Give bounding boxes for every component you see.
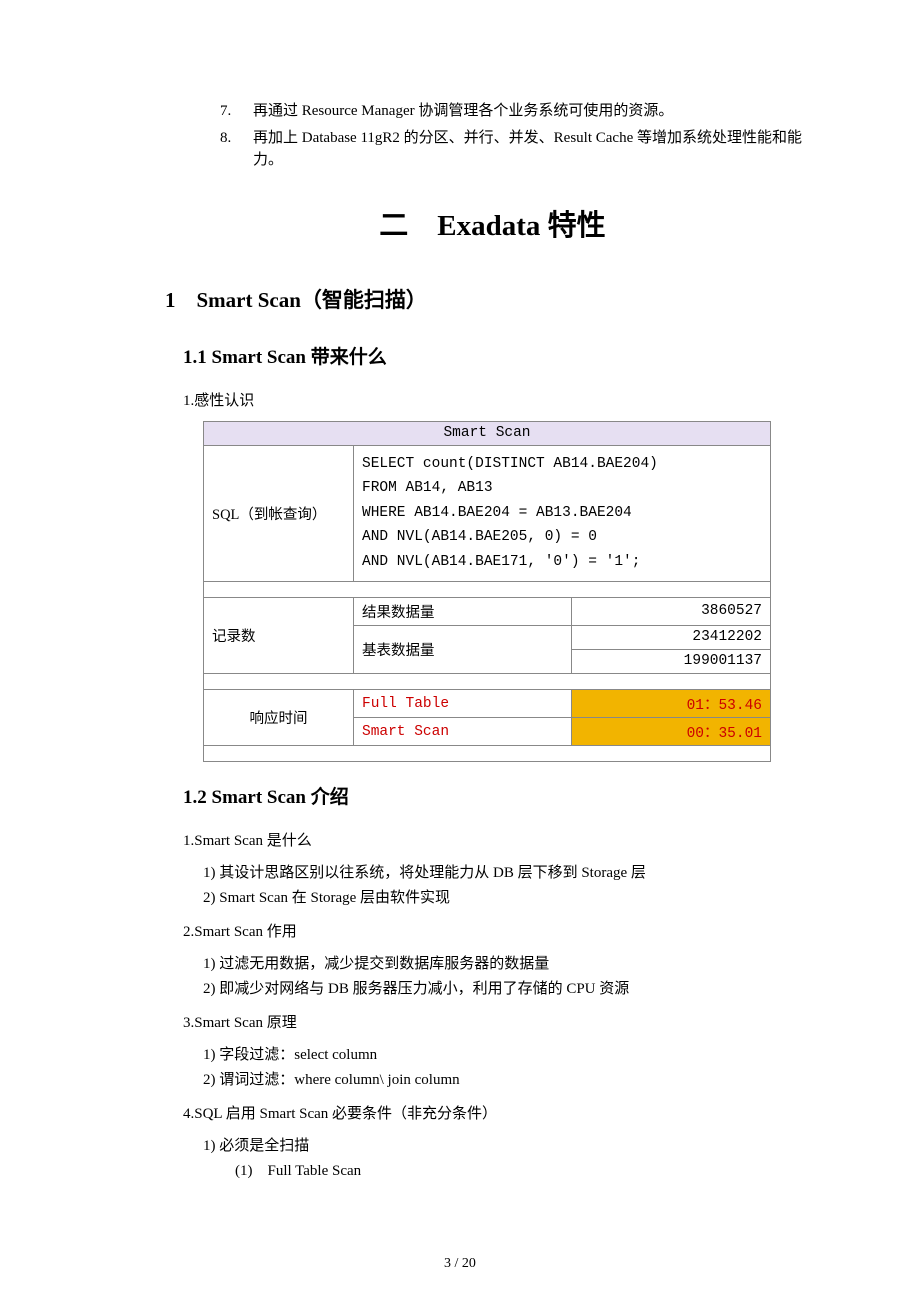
result-qty-label: 结果数据量: [354, 597, 572, 625]
base-qty-value: 23412202: [571, 625, 770, 649]
full-table-value: 01：53.46: [571, 689, 770, 717]
sub-point: 1) 过滤无用数据，减少提交到数据库服务器的数据量: [203, 952, 820, 978]
sub-point: 1) 必须是全扫描: [203, 1134, 820, 1160]
numbered-point: 1.感性认识: [183, 389, 820, 413]
subsection-heading: 1.2 Smart Scan 介绍: [183, 782, 820, 809]
sub-point: 2) Smart Scan 在 Storage 层由软件实现: [203, 886, 820, 912]
main-heading: 二 Exadata 特性: [165, 202, 820, 244]
table-header: Smart Scan: [204, 421, 771, 445]
page-number: 3 / 20: [0, 1256, 920, 1272]
result-qty-value: 3860527: [571, 597, 770, 625]
sql-code-cell: SELECT count(DISTINCT AB14.BAE204) FROM …: [354, 445, 771, 581]
list-item: 再通过 Resource Manager 协调管理各个业务系统可使用的资源。: [235, 100, 820, 123]
spacer-row: [204, 673, 771, 689]
numbered-point: 2.Smart Scan 作用: [183, 920, 820, 944]
sub-point: 2) 谓词过滤：where column\ join column: [203, 1068, 820, 1094]
sub-point: 1) 字段过滤：select column: [203, 1043, 820, 1069]
base-qty-label: 基表数据量: [354, 625, 572, 673]
numbered-point: 1.Smart Scan 是什么: [183, 829, 820, 853]
sub-point: 1) 其设计思路区别以往系统，将处理能力从 DB 层下移到 Storage 层: [203, 861, 820, 887]
subsection-heading: 1.1 Smart Scan 带来什么: [183, 342, 820, 369]
spacer-row: [204, 581, 771, 597]
numbered-point: 4.SQL 启用 Smart Scan 必要条件（非充分条件）: [183, 1102, 820, 1126]
full-table-label: Full Table: [354, 689, 572, 717]
smart-scan-table: Smart Scan SQL（到帐查询） SELECT count(DISTIN…: [203, 421, 771, 762]
sql-line: SELECT count(DISTINCT AB14.BAE204): [362, 452, 762, 477]
smart-scan-label: Smart Scan: [354, 717, 572, 745]
spacer-row: [204, 745, 771, 761]
base-qty-value: 199001137: [571, 649, 770, 673]
numbered-point: 3.Smart Scan 原理: [183, 1011, 820, 1035]
sub-sub-point: (1) Full Table Scan: [235, 1159, 820, 1185]
section-heading: 1 Smart Scan（智能扫描）: [165, 284, 820, 314]
response-label-cell: 响应时间: [204, 689, 354, 745]
sub-point: 2) 即减少对网络与 DB 服务器压力减小，利用了存储的 CPU 资源: [203, 977, 820, 1003]
list-item: 再加上 Database 11gR2 的分区、并行、并发、Result Cach…: [235, 127, 820, 172]
sql-label-cell: SQL（到帐查询）: [204, 445, 354, 581]
records-label-cell: 记录数: [204, 597, 354, 673]
sql-line: AND NVL(AB14.BAE171, '0') = '1';: [362, 550, 762, 575]
sql-line: FROM AB14, AB13: [362, 476, 762, 501]
continued-list: 再通过 Resource Manager 协调管理各个业务系统可使用的资源。 再…: [165, 100, 820, 172]
sql-line: WHERE AB14.BAE204 = AB13.BAE204: [362, 501, 762, 526]
sql-line: AND NVL(AB14.BAE205, 0) = 0: [362, 525, 762, 550]
smart-scan-value: 00：35.01: [571, 717, 770, 745]
page-content: 再通过 Resource Manager 协调管理各个业务系统可使用的资源。 再…: [0, 0, 920, 1302]
